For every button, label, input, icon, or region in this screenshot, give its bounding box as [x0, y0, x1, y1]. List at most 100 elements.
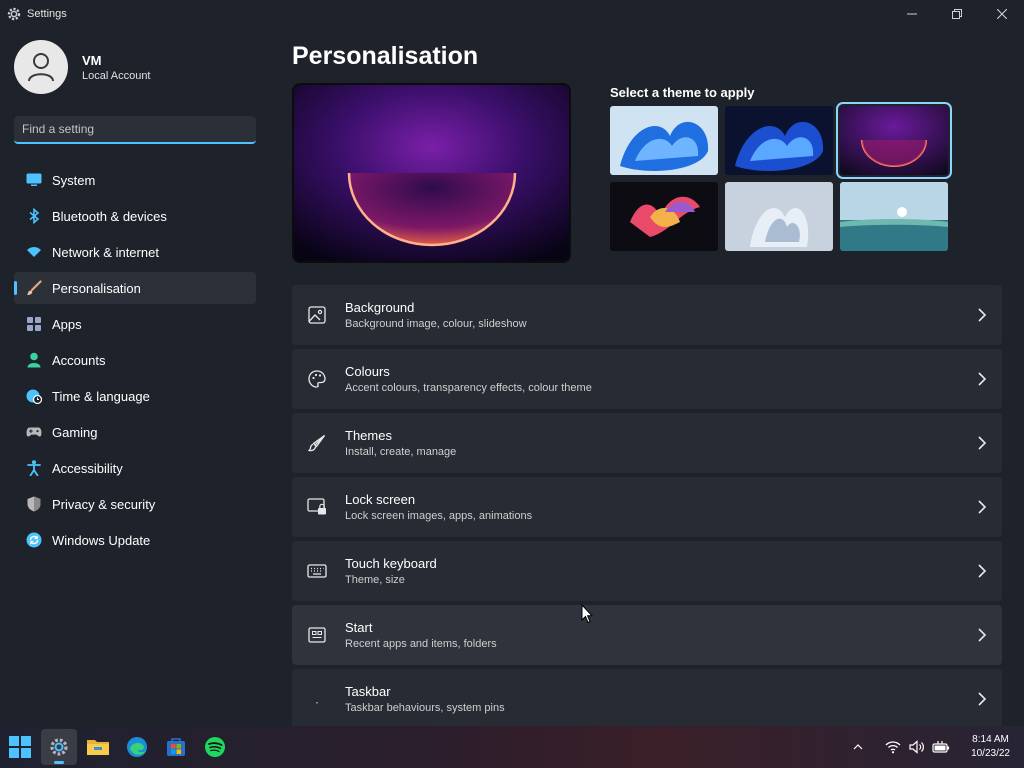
sidebar-item-label: Bluetooth & devices	[52, 208, 167, 224]
sidebar-item-label: Time & language	[52, 388, 150, 404]
spotify-icon	[205, 737, 225, 757]
globe-clock-icon	[26, 388, 42, 404]
setting-background[interactable]: Background Background image, colour, sli…	[292, 285, 1002, 345]
search-input[interactable]	[22, 122, 232, 136]
captured-motion-thumbnail	[610, 182, 718, 251]
settings-gear-icon	[50, 738, 68, 756]
theme-windows-light[interactable]	[610, 106, 718, 175]
sidebar-item-privacy-security[interactable]: Privacy & security	[14, 488, 256, 520]
setting-subtitle: Recent apps and items, folders	[345, 638, 497, 650]
setting-lock-screen[interactable]: Lock screen Lock screen images, apps, an…	[292, 477, 1002, 537]
sidebar-item-windows-update[interactable]: Windows Update	[14, 524, 256, 556]
setting-title: Lock screen	[345, 492, 416, 507]
sidebar-item-gaming[interactable]: Gaming	[14, 416, 256, 448]
setting-themes[interactable]: Themes Install, create, manage	[292, 413, 1002, 473]
setting-subtitle: Accent colours, transparency effects, co…	[345, 382, 592, 394]
wifi-icon	[885, 741, 901, 754]
setting-start[interactable]: Start Recent apps and items, folders	[292, 605, 1002, 665]
sidebar-item-label: Windows Update	[52, 532, 151, 548]
user-profile[interactable]: VM Local Account	[14, 40, 151, 94]
clock-date: 10/23/22	[971, 748, 1010, 759]
search-box[interactable]	[14, 116, 256, 144]
wifi-icon	[26, 244, 42, 260]
sidebar-item-label: Network & internet	[52, 244, 159, 260]
show-hidden-icons-button[interactable]	[847, 736, 869, 758]
chevron-right-icon	[978, 436, 987, 450]
brush-icon	[307, 433, 327, 453]
brush-icon	[26, 280, 42, 296]
sidebar-item-bluetooth-devices[interactable]: Bluetooth & devices	[14, 200, 256, 232]
setting-subtitle: Lock screen images, apps, animations	[345, 510, 533, 522]
setting-title: Background	[345, 300, 415, 315]
taskbar-edge[interactable]	[119, 729, 155, 765]
shield-icon	[26, 496, 42, 512]
monitor-icon	[26, 172, 42, 188]
setting-subtitle: Theme, size	[345, 574, 405, 586]
sidebar-item-time-language[interactable]: Time & language	[14, 380, 256, 412]
taskbar: 8:14 AM 10/23/22	[0, 726, 1024, 768]
setting-touch-keyboard[interactable]: Touch keyboard Theme, size	[292, 541, 1002, 601]
apps-icon	[26, 316, 42, 332]
close-button[interactable]	[979, 0, 1024, 28]
speaker-icon	[909, 740, 925, 754]
store-icon	[167, 738, 185, 756]
bloom-dark-thumbnail	[725, 106, 833, 175]
setting-subtitle: Taskbar behaviours, system pins	[345, 702, 505, 714]
volume-tray-button[interactable]	[906, 736, 928, 758]
restore-button[interactable]	[934, 0, 979, 28]
theme-flow[interactable]	[840, 182, 948, 251]
setting-title: Taskbar	[345, 684, 391, 699]
chevron-right-icon	[978, 628, 987, 642]
preview-wallpaper	[294, 85, 569, 261]
taskbar-settings[interactable]	[41, 729, 77, 765]
sidebar-item-label: System	[52, 172, 96, 188]
themes-label: Select a theme to apply	[610, 85, 755, 100]
system-tray: 8:14 AM 10/23/22	[846, 726, 1024, 768]
sidebar-item-label: Gaming	[52, 424, 98, 440]
update-icon	[26, 532, 42, 548]
taskbar-icon	[307, 689, 327, 709]
setting-subtitle: Install, create, manage	[345, 446, 457, 458]
palette-icon	[307, 369, 327, 389]
theme-sunrise[interactable]	[725, 182, 833, 251]
sidebar-item-system[interactable]: System	[14, 164, 256, 196]
window-title: Settings	[27, 8, 67, 20]
chevron-up-icon	[853, 744, 863, 750]
setting-colours[interactable]: Colours Accent colours, transparency eff…	[292, 349, 1002, 409]
sidebar-item-accounts[interactable]: Accounts	[14, 344, 256, 376]
theme-captured-motion[interactable]	[610, 182, 718, 251]
taskbar-store[interactable]	[158, 729, 194, 765]
taskbar-clock[interactable]: 8:14 AM 10/23/22	[971, 733, 1010, 761]
sidebar-nav: System Bluetooth & devices Network & inter…	[14, 164, 256, 560]
start-button[interactable]	[2, 729, 38, 765]
battery-tray-button[interactable]	[930, 736, 952, 758]
battery-plug-icon	[932, 741, 950, 753]
windows-logo-icon	[9, 736, 31, 758]
sidebar-item-accessibility[interactable]: Accessibility	[14, 452, 256, 484]
sidebar-item-label: Apps	[52, 316, 82, 332]
user-icon	[28, 53, 54, 82]
profile-account-type: Local Account	[82, 69, 151, 82]
network-tray-button[interactable]	[882, 736, 904, 758]
bloom-light-thumbnail	[610, 106, 718, 175]
taskbar-spotify[interactable]	[197, 729, 233, 765]
sidebar-item-network-internet[interactable]: Network & internet	[14, 236, 256, 268]
sidebar-item-apps[interactable]: Apps	[14, 308, 256, 340]
keyboard-icon	[307, 561, 327, 581]
settings-window: Settings VM Local Account Find a setting…	[0, 0, 1024, 729]
folder-icon	[87, 740, 109, 755]
theme-preview	[292, 83, 571, 263]
setting-title: Touch keyboard	[345, 556, 437, 571]
gamepad-icon	[26, 424, 42, 440]
setting-title: Themes	[345, 428, 392, 443]
chevron-right-icon	[978, 308, 987, 322]
close-icon	[996, 9, 1007, 19]
sidebar-item-personalisation[interactable]: Personalisation	[14, 272, 256, 304]
theme-glow[interactable]	[836, 102, 952, 179]
theme-windows-dark[interactable]	[725, 106, 833, 175]
setting-title: Start	[345, 620, 373, 635]
setting-taskbar[interactable]: Taskbar Taskbar behaviours, system pins	[292, 669, 1002, 729]
clock-time: 8:14 AM	[972, 734, 1009, 745]
minimize-button[interactable]	[889, 0, 934, 28]
taskbar-file-explorer[interactable]	[80, 729, 116, 765]
